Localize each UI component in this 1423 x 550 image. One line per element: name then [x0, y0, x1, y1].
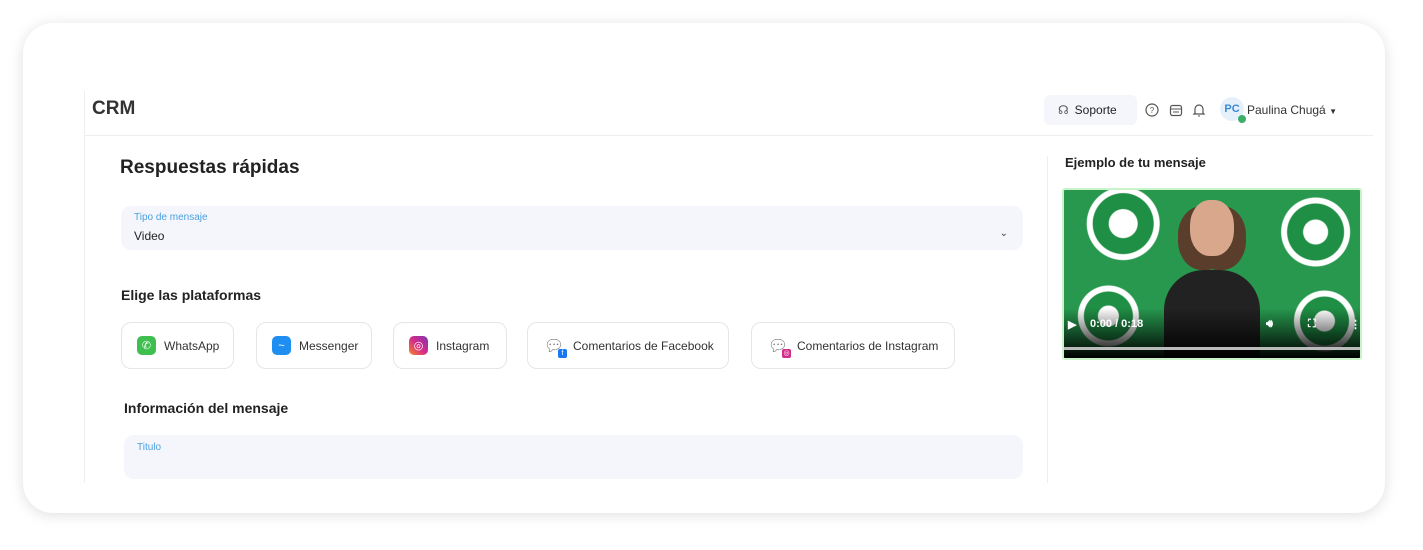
message-type-select[interactable]: Tipo de mensaje Video ⌄	[121, 206, 1023, 250]
headset-icon: ☊	[1058, 103, 1069, 117]
platform-whatsapp[interactable]: ✆ WhatsApp	[121, 322, 234, 369]
online-status-dot	[1238, 115, 1246, 123]
preview-heading: Ejemplo de tu mensaje	[1065, 155, 1206, 170]
svg-text:?: ?	[1150, 106, 1155, 115]
whatsapp-icon: ✆	[137, 336, 156, 355]
messenger-icon: ~	[272, 336, 291, 355]
platform-instagram-comments[interactable]: 💬︎ ◎ Comentarios de Instagram	[751, 322, 955, 369]
help-icon[interactable]: ?	[1145, 103, 1159, 117]
message-info-heading: Información del mensaje	[124, 400, 289, 416]
field-label: Titulo	[137, 442, 162, 453]
divider	[1047, 156, 1048, 483]
page-title: Respuestas rápidas	[120, 157, 300, 178]
more-options-icon[interactable]: ⋮	[1350, 318, 1360, 331]
play-icon[interactable]: ▶	[1068, 318, 1076, 331]
fullscreen-icon[interactable]: ⛶	[1308, 318, 1316, 331]
calendar-icon[interactable]	[1169, 103, 1183, 117]
platform-instagram[interactable]: ◎ Instagram	[393, 322, 507, 369]
video-controls: ▶ 0:00 / 0:18 🔊︎ ⛶ ⋮	[1064, 308, 1360, 358]
platform-label: Comentarios de Facebook	[573, 338, 714, 353]
video-player[interactable]: ▶ 0:00 / 0:18 🔊︎ ⛶ ⋮	[1062, 188, 1362, 360]
support-label: Soporte	[1074, 103, 1117, 117]
bell-icon[interactable]	[1192, 103, 1206, 117]
app-title: CRM	[92, 98, 136, 119]
instagram-icon: ◎	[409, 336, 428, 355]
chevron-down-icon: ⌄	[999, 228, 1008, 239]
title-input[interactable]: Titulo	[124, 435, 1023, 479]
support-button[interactable]: ☊ Soporte	[1044, 95, 1137, 125]
comment-instagram-icon: 💬︎ ◎	[767, 337, 791, 358]
video-progress-bar[interactable]	[1064, 347, 1360, 350]
top-header: CRM ☊ Soporte ? PC Paulina Chugá ▼	[85, 91, 1373, 136]
user-menu[interactable]: Paulina Chugá ▼	[1247, 103, 1337, 117]
platform-label: Comentarios de Instagram	[797, 338, 939, 353]
platform-label: WhatsApp	[164, 338, 220, 353]
field-label: Tipo de mensaje	[134, 212, 208, 223]
user-name: Paulina Chugá	[1247, 103, 1326, 117]
caret-down-icon: ▼	[1329, 107, 1337, 116]
crm-app: CRM ☊ Soporte ? PC Paulina Chugá ▼ Respu…	[84, 91, 1373, 483]
volume-icon[interactable]: 🔊︎	[1266, 318, 1273, 331]
platform-facebook-comments[interactable]: 💬︎ f Comentarios de Facebook	[527, 322, 729, 369]
field-value: Video	[134, 229, 165, 243]
platform-label: Messenger	[299, 338, 359, 353]
platforms-heading: Elige las plataformas	[121, 287, 262, 303]
main-card: CRM ☊ Soporte ? PC Paulina Chugá ▼ Respu…	[23, 23, 1385, 513]
platform-messenger[interactable]: ~ Messenger	[256, 322, 372, 369]
comment-facebook-icon: 💬︎ f	[543, 335, 567, 358]
platform-label: Instagram	[436, 338, 490, 353]
video-time: 0:00 / 0:18	[1090, 318, 1144, 330]
